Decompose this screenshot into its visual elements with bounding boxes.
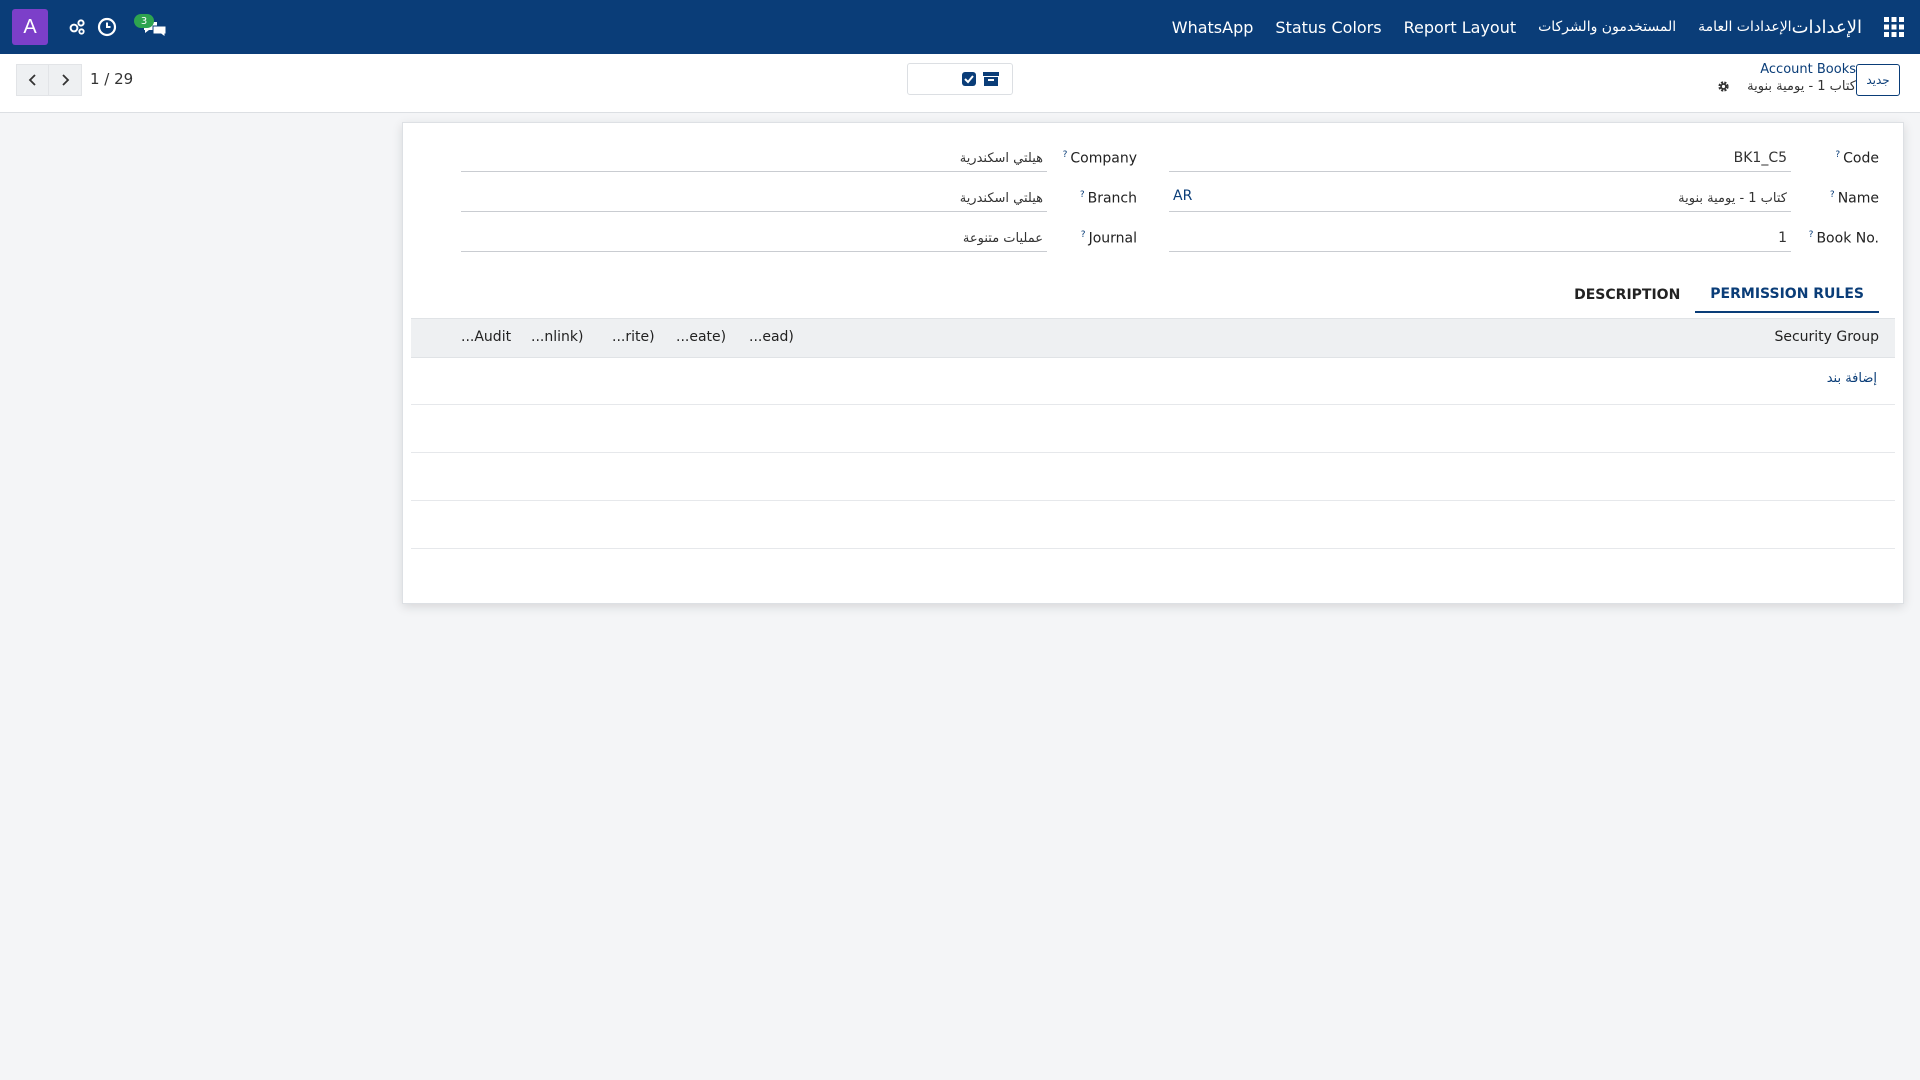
branch-label: ? Branch xyxy=(1079,190,1137,207)
name-field[interactable]: كتاب 1 - يومية بنوية AR xyxy=(1169,185,1791,212)
breadcrumb-account-books[interactable]: Account Books xyxy=(1760,62,1856,77)
book-no-label: ? Book No. xyxy=(1808,230,1879,247)
user-avatar[interactable]: A xyxy=(12,9,48,45)
form-sheet: ? Code ? Name ? Book No. BK1_C5 كتاب 1 - يو… xyxy=(402,122,1904,604)
menu-whatsapp[interactable]: WhatsApp xyxy=(1172,18,1254,37)
company-label: ? Company xyxy=(1062,150,1137,167)
column-write[interactable]: ...rite) xyxy=(612,329,655,345)
archive-icon[interactable] xyxy=(982,70,1000,88)
breadcrumb-current-record: كتاب 1 - يومية بنوية xyxy=(1747,79,1856,94)
table-row xyxy=(411,405,1895,453)
menu-brand-settings[interactable]: الإعدادات xyxy=(1792,17,1862,38)
name-label: ? Name xyxy=(1829,190,1879,207)
new-record-button[interactable]: جديد xyxy=(1856,64,1900,96)
column-unlink[interactable]: ...nlink) xyxy=(531,329,583,345)
branch-field[interactable]: هيلتي اسكندرية xyxy=(461,185,1047,212)
table-row xyxy=(411,453,1895,501)
column-read[interactable]: ...ead) xyxy=(749,329,794,345)
menu-users-companies[interactable]: المستخدمون والشركات xyxy=(1538,19,1676,35)
tab-permission-rules[interactable]: PERMISSION RULES xyxy=(1695,277,1879,313)
pager-previous-button[interactable] xyxy=(16,64,50,96)
chevron-right-icon xyxy=(62,74,70,86)
menu-general-settings[interactable]: الإعدادات العامة xyxy=(1698,19,1791,35)
tab-description[interactable]: DESCRIPTION xyxy=(1559,277,1695,313)
name-language-button[interactable]: AR xyxy=(1173,188,1192,204)
chevron-left-icon xyxy=(28,74,36,86)
chat-count-badge: 3 xyxy=(134,14,154,28)
menu-status-colors[interactable]: Status Colors xyxy=(1275,18,1381,37)
checkbox-checked-icon[interactable] xyxy=(961,71,977,87)
main-menu: الإعدادات الإعدادات العامة المستخدمون وا… xyxy=(1150,0,1862,54)
notebook-tabs: PERMISSION RULES DESCRIPTION xyxy=(1559,277,1879,313)
menu-report-layout[interactable]: Report Layout xyxy=(1404,18,1517,37)
table-row xyxy=(411,501,1895,549)
apps-grid-icon[interactable] xyxy=(1884,17,1904,37)
journal-field[interactable]: عمليات متنوعة xyxy=(461,225,1047,252)
top-navbar: A 3 الإعدادات الإعدادات العامة المستخدمو… xyxy=(0,0,1920,54)
column-audit[interactable]: ...Audit xyxy=(461,329,511,345)
code-field[interactable]: BK1_C5 xyxy=(1169,145,1791,172)
control-panel: 1 / 29 جديد Account Books كتاب 1 - يومية… xyxy=(0,54,1920,113)
add-line-link[interactable]: إضافة بند xyxy=(1827,371,1877,386)
company-field[interactable]: هيلتي اسكندرية xyxy=(461,145,1047,172)
tools-icon[interactable] xyxy=(66,16,88,38)
pager-next-button[interactable] xyxy=(48,64,82,96)
column-create[interactable]: ...eate) xyxy=(676,329,726,345)
gear-icon[interactable] xyxy=(1717,80,1730,93)
permission-table-header: Security Group ...ead) ...eate) ...rite)… xyxy=(411,318,1895,358)
journal-label: ? Journal xyxy=(1080,230,1137,247)
pager-value[interactable]: 1 / 29 xyxy=(90,70,133,88)
column-security-group[interactable]: Security Group xyxy=(1774,329,1879,345)
book-no-field[interactable]: 1 xyxy=(1169,225,1791,252)
clock-icon[interactable] xyxy=(96,16,118,38)
table-row: إضافة بند xyxy=(411,357,1895,405)
record-toggles xyxy=(907,63,1013,95)
code-label: ? Code xyxy=(1835,150,1879,167)
